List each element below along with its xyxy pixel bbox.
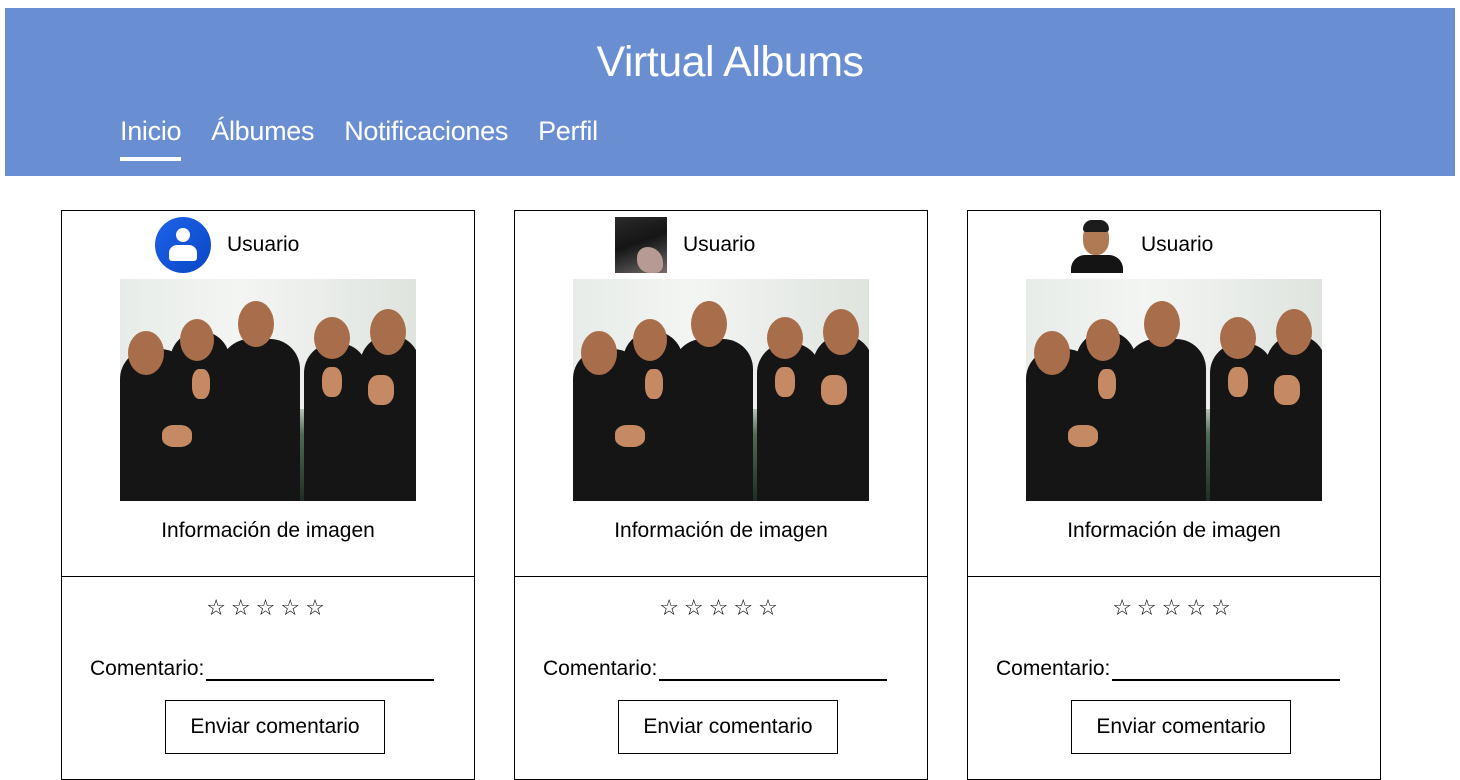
post-content: Usuario Información de imagen <box>968 211 1380 577</box>
nav-item-inicio[interactable]: Inicio <box>120 116 182 161</box>
star-rating[interactable]: ☆☆☆☆☆ <box>515 595 927 621</box>
image-info: Información de imagen <box>1067 519 1281 542</box>
send-comment-button[interactable]: Enviar comentario <box>1071 700 1291 754</box>
star-rating[interactable]: ☆☆☆☆☆ <box>62 595 474 621</box>
send-comment-button[interactable]: Enviar comentario <box>165 700 385 754</box>
user-avatar[interactable] <box>615 217 667 273</box>
app-title: Virtual Albums <box>596 38 864 86</box>
comment-label: Comentario: <box>543 657 658 680</box>
main-nav: Inicio Álbumes Notificaciones Perfil <box>120 116 628 161</box>
post-photo[interactable] <box>1026 279 1322 501</box>
post-card: Usuario Información de imagen ☆☆☆☆☆ Come… <box>61 210 475 780</box>
post-author[interactable]: Usuario <box>155 217 299 273</box>
nav-item-albumes[interactable]: Álbumes <box>211 116 314 161</box>
nav-item-notificaciones[interactable]: Notificaciones <box>344 116 508 161</box>
comment-row: Comentario: <box>543 657 888 681</box>
user-avatar[interactable] <box>1069 217 1125 273</box>
comment-label: Comentario: <box>90 657 205 680</box>
comment-input[interactable] <box>659 657 888 681</box>
nav-item-perfil[interactable]: Perfil <box>538 116 598 161</box>
comment-input[interactable] <box>1112 657 1341 681</box>
user-avatar-icon[interactable] <box>155 217 211 273</box>
image-info: Información de imagen <box>614 519 828 542</box>
comment-row: Comentario: <box>90 657 435 681</box>
image-info: Información de imagen <box>161 519 375 542</box>
comment-input[interactable] <box>206 657 435 681</box>
post-content: Usuario Información de imagen <box>62 211 474 577</box>
post-content: Usuario Información de imagen <box>515 211 927 577</box>
send-comment-button[interactable]: Enviar comentario <box>618 700 838 754</box>
post-photo[interactable] <box>120 279 416 501</box>
post-author[interactable]: Usuario <box>615 217 755 273</box>
star-rating[interactable]: ☆☆☆☆☆ <box>968 595 1380 621</box>
user-name[interactable]: Usuario <box>683 233 755 257</box>
comment-row: Comentario: <box>996 657 1341 681</box>
post-author[interactable]: Usuario <box>1069 217 1213 273</box>
user-name[interactable]: Usuario <box>1141 233 1213 257</box>
user-name[interactable]: Usuario <box>227 233 299 257</box>
post-photo[interactable] <box>573 279 869 501</box>
post-card: Usuario Información de imagen ☆☆☆☆☆ Come… <box>967 210 1381 780</box>
comment-label: Comentario: <box>996 657 1111 680</box>
post-card: Usuario Información de imagen ☆☆☆☆☆ Come… <box>514 210 928 780</box>
